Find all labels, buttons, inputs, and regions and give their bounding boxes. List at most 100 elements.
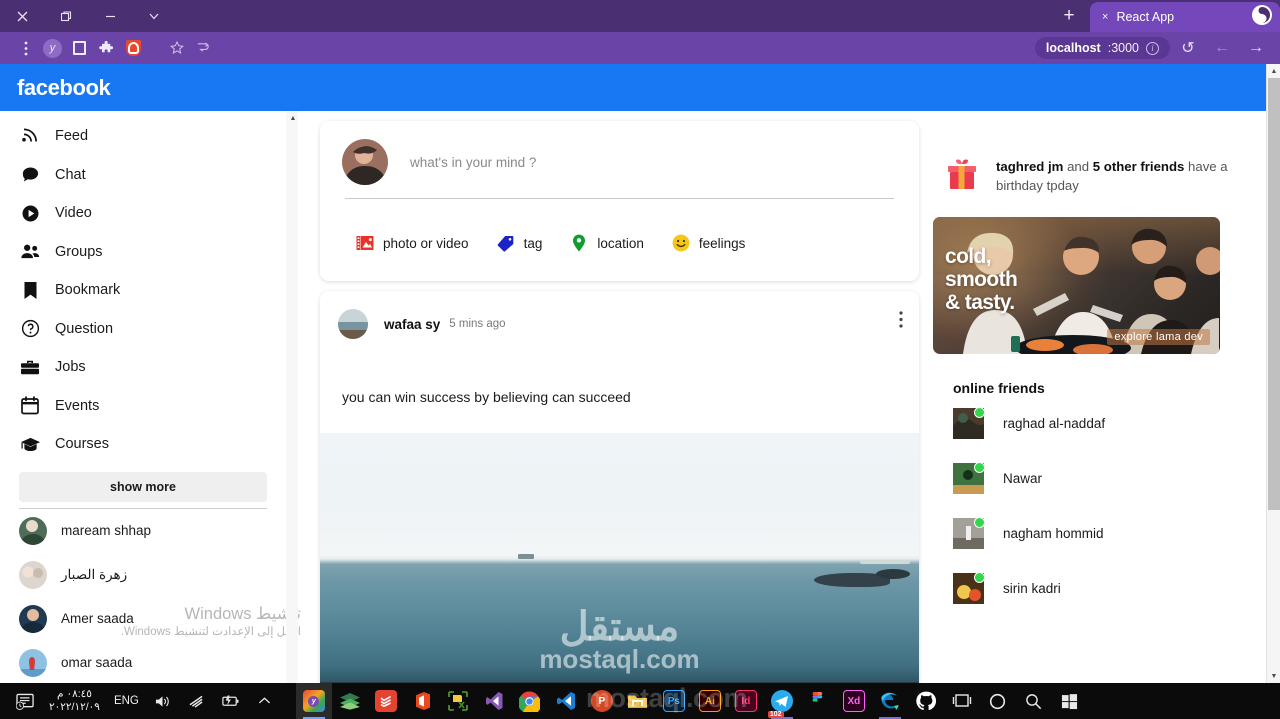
list-item[interactable]: raghad al-naddaf: [927, 396, 1266, 451]
sea-horizon-photo[interactable]: مستقل mostaql.com: [320, 433, 919, 683]
wifi-icon[interactable]: [180, 685, 214, 717]
extensions-puzzle-icon[interactable]: [93, 35, 120, 62]
list-item[interactable]: sirin kadri: [927, 561, 1266, 616]
list-item[interactable]: nagham hommid: [927, 506, 1266, 561]
window-minimize-button[interactable]: [88, 0, 132, 32]
snipping-tool-icon: [447, 690, 469, 712]
taskbar-cortana-button[interactable]: [980, 683, 1016, 719]
taskbar-app-illustrator[interactable]: Ai: [692, 683, 728, 719]
scrollbar-thumb[interactable]: [1268, 78, 1280, 510]
tab-close-icon[interactable]: ×: [1102, 11, 1108, 23]
facebook-logo[interactable]: facebook: [17, 75, 111, 101]
taskbar-app-file-manager[interactable]: [620, 683, 656, 719]
composer-placeholder[interactable]: what's in your mind ?: [410, 155, 536, 170]
more-vertical-icon[interactable]: [899, 311, 903, 329]
volume-icon[interactable]: [146, 685, 180, 717]
ad-cta-label[interactable]: explore lama dev: [1107, 329, 1210, 345]
add-tag-button[interactable]: tag: [497, 234, 542, 252]
new-tab-button[interactable]: +: [1048, 0, 1090, 32]
edge-icon: [879, 690, 901, 712]
mostaql-watermark: مستقل mostaql.com: [539, 605, 699, 673]
taskbar-app-microsoft-edge[interactable]: [872, 683, 908, 719]
forward-button[interactable]: →: [1240, 32, 1272, 64]
page-viewport: facebook search for friends or vedio hom…: [0, 64, 1280, 683]
sidebar-item-courses[interactable]: Courses: [0, 425, 286, 464]
sponsored-ad-banner[interactable]: cold, smooth & tasty. explore lama dev: [933, 217, 1220, 354]
window-close-button[interactable]: [0, 0, 44, 32]
taskbar-app-vs-code[interactable]: [548, 683, 584, 719]
add-location-button[interactable]: location: [570, 234, 644, 252]
tag-icon: [497, 234, 515, 252]
address-bar-zone: localhost:3000 i ↺ ← →: [1034, 32, 1280, 64]
taskbar-app-figma[interactable]: [800, 683, 836, 719]
list-item[interactable]: Nawar: [927, 451, 1266, 506]
address-bar[interactable]: localhost:3000 i: [1034, 37, 1170, 59]
add-feelings-button[interactable]: feelings: [672, 234, 746, 252]
sidebar-item-video[interactable]: Video: [0, 194, 286, 233]
reading-list-icon[interactable]: [190, 35, 217, 62]
taskbar-clock[interactable]: ٠٨:٤٥ م ٢٠٢٢/١٢/٠٩: [49, 688, 100, 714]
taskbar-app-photoshop[interactable]: Ps: [656, 683, 692, 719]
vivaldi-logo-icon: [1252, 5, 1272, 25]
scroll-down-arrow-icon[interactable]: ▼: [1267, 669, 1280, 683]
avatar: [953, 573, 984, 608]
bookmark-star-icon[interactable]: [163, 35, 190, 62]
taskbar-start-button[interactable]: [1052, 683, 1088, 719]
window-more-button[interactable]: [132, 0, 176, 32]
sidebar-scrollbar[interactable]: ▲: [286, 111, 298, 683]
taskbar-app-vivaldi-browser[interactable]: y: [295, 683, 332, 719]
language-indicator[interactable]: ENG: [114, 695, 139, 707]
rock-formation-small: [876, 569, 910, 579]
avatar[interactable]: [338, 309, 368, 339]
post-author[interactable]: wafaa sy: [384, 317, 440, 332]
profile-avatar-icon[interactable]: y: [39, 35, 66, 62]
window-restore-button[interactable]: [44, 0, 88, 32]
taskbar-search-button[interactable]: [1016, 683, 1052, 719]
birthday-notice: taghred jm and 5 other friends have a bi…: [927, 111, 1266, 195]
sidebar-item-feed[interactable]: Feed: [0, 117, 286, 156]
smiley-face-icon: [672, 234, 690, 252]
action-center-icon[interactable]: [8, 685, 42, 717]
back-button[interactable]: ←: [1206, 32, 1238, 64]
ad-line-1: cold,: [945, 245, 992, 268]
list-item[interactable]: Amer saada: [0, 597, 286, 641]
sidebar-item-jobs[interactable]: Jobs: [0, 348, 286, 387]
chrome-icon: [519, 690, 541, 712]
taskbar-app-todoist[interactable]: [368, 683, 404, 719]
show-more-button[interactable]: show more: [19, 471, 267, 502]
taskbar-app-adobe-xd[interactable]: Xd: [836, 683, 872, 719]
taskbar-app-file-explorer-books[interactable]: [332, 683, 368, 719]
page-scrollbar[interactable]: ▲ ▼: [1266, 64, 1280, 683]
taskbar-app-google-chrome[interactable]: [512, 683, 548, 719]
briefcase-icon: [19, 358, 41, 376]
panel-icon[interactable]: [66, 35, 93, 62]
battery-icon[interactable]: [214, 685, 248, 717]
list-item[interactable]: maream shhap: [0, 509, 286, 553]
site-info-icon[interactable]: i: [1146, 41, 1159, 55]
taskbar-app-visual-studio[interactable]: [476, 683, 512, 719]
online-friend-name: raghad al-naddaf: [1003, 416, 1106, 431]
browser-toolbar: y localhost:3000 i ↺ ← →: [0, 32, 1280, 64]
sidebar-item-groups[interactable]: Groups: [0, 233, 286, 272]
menu-dots-icon[interactable]: [12, 35, 39, 62]
sidebar-item-events[interactable]: Events: [0, 387, 286, 426]
add-photo-or-video-button[interactable]: photo or video: [356, 234, 469, 252]
list-item[interactable]: زهرة الصبار: [0, 553, 286, 597]
taskbar-app-microsoft-office[interactable]: [404, 683, 440, 719]
sidebar-item-chat[interactable]: Chat: [0, 156, 286, 195]
taskbar-task-view-button[interactable]: [944, 683, 980, 719]
sidebar-item-question[interactable]: Question: [0, 310, 286, 349]
taskbar-app-telegram[interactable]: 102: [764, 683, 800, 719]
sidebar-item-bookmark[interactable]: Bookmark: [0, 271, 286, 310]
scroll-up-arrow-icon[interactable]: ▲: [1267, 64, 1280, 78]
taskbar-app-snipping-tool[interactable]: [440, 683, 476, 719]
play-circle-icon: [19, 204, 41, 223]
show-hidden-icons-icon[interactable]: [248, 685, 282, 717]
list-item[interactable]: omar saada: [0, 641, 286, 684]
adblock-shield-icon[interactable]: [120, 35, 147, 62]
taskbar-app-indesign[interactable]: Id: [728, 683, 764, 719]
taskbar-app-github[interactable]: [908, 683, 944, 719]
taskbar-app-powerpoint[interactable]: P: [584, 683, 620, 719]
composer-action-label: feelings: [698, 235, 746, 251]
reload-button[interactable]: ↺: [1172, 32, 1204, 64]
